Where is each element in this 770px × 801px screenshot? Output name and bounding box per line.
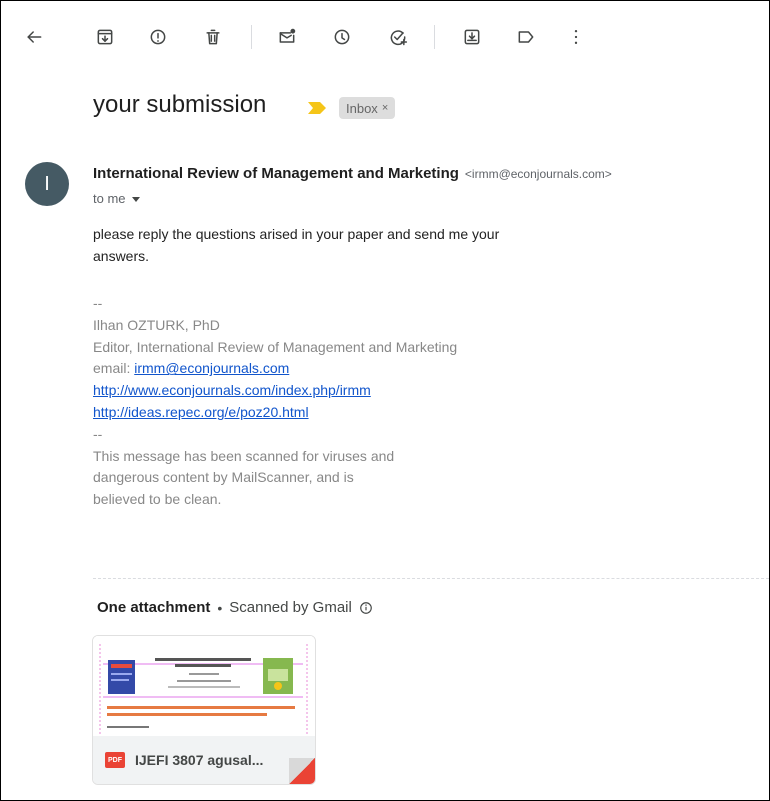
avatar-letter: I bbox=[44, 172, 50, 195]
label-icon[interactable] bbox=[514, 25, 538, 49]
email-view: your submission Inbox × I International … bbox=[0, 0, 770, 801]
signature-link-line: http://ideas.repec.org/e/poz20.html bbox=[93, 402, 593, 424]
attachments-header: One attachment • Scanned by Gmail bbox=[97, 599, 373, 616]
repec-link[interactable]: http://ideas.repec.org/e/poz20.html bbox=[93, 404, 309, 420]
info-icon[interactable] bbox=[359, 601, 373, 615]
scan-status: Scanned by Gmail bbox=[229, 599, 352, 616]
email-body: please reply the questions arised in you… bbox=[93, 223, 593, 267]
pdf-file-icon: PDF bbox=[105, 752, 125, 768]
sender-email: <irmm@econjournals.com> bbox=[464, 167, 612, 181]
signature-email-link[interactable]: irmm@econjournals.com bbox=[134, 360, 289, 376]
attachment-file-bar[interactable]: PDF IJEFI 3807 agusal... bbox=[93, 736, 315, 784]
signature-separator: -- bbox=[93, 425, 103, 442]
scanner-note-line: believed to be clean. bbox=[93, 491, 222, 508]
email-signature: -- Ilhan OZTURK, PhD Editor, Internation… bbox=[93, 293, 593, 511]
back-arrow-icon[interactable] bbox=[22, 25, 46, 49]
report-spam-icon[interactable] bbox=[146, 25, 170, 49]
archive-icon[interactable] bbox=[93, 25, 117, 49]
move-to-icon[interactable] bbox=[460, 25, 484, 49]
folded-corner-icon bbox=[289, 758, 315, 784]
header-separator-dot: • bbox=[217, 599, 223, 616]
scanner-note-line: dangerous content by MailScanner, and is bbox=[93, 469, 354, 486]
signature-name: Ilhan OZTURK, PhD bbox=[93, 316, 220, 333]
signature-email-line: email: irmm@econjournals.com bbox=[93, 358, 593, 380]
chevron-down-icon[interactable] bbox=[131, 197, 140, 202]
attachment-card[interactable]: PDF IJEFI 3807 agusal... bbox=[92, 635, 316, 785]
journal-link[interactable]: http://www.econjournals.com/index.php/ir… bbox=[93, 382, 371, 398]
remove-label-icon[interactable]: × bbox=[382, 102, 388, 114]
recipient-line[interactable]: to me bbox=[93, 191, 140, 206]
delete-icon[interactable] bbox=[201, 25, 225, 49]
attachments-separator bbox=[93, 578, 769, 579]
more-options-icon[interactable] bbox=[564, 25, 588, 49]
inbox-label-text: Inbox bbox=[346, 100, 378, 116]
toolbar-divider bbox=[251, 25, 252, 49]
attachment-preview bbox=[93, 636, 315, 736]
recipient-text: to me bbox=[93, 191, 126, 206]
email-subject: your submission bbox=[93, 91, 267, 118]
sender-line: International Review of Management and M… bbox=[93, 165, 612, 182]
signature-link-line: http://www.econjournals.com/index.php/ir… bbox=[93, 380, 593, 402]
toolbar-divider bbox=[434, 25, 435, 49]
inbox-label-chip[interactable]: Inbox × bbox=[339, 97, 396, 119]
snooze-icon[interactable] bbox=[330, 25, 354, 49]
sender-avatar[interactable]: I bbox=[25, 162, 69, 206]
pdf-preview-image bbox=[93, 636, 315, 736]
attachment-file-name[interactable]: IJEFI 3807 agusal... bbox=[135, 752, 263, 768]
body-line: answers. bbox=[93, 248, 150, 264]
signature-email-prefix: email: bbox=[93, 360, 135, 377]
sender-name[interactable]: International Review of Management and M… bbox=[93, 165, 459, 182]
importance-marker-icon[interactable] bbox=[308, 102, 326, 114]
attachments-title: One attachment bbox=[97, 599, 211, 616]
signature-separator: -- bbox=[93, 295, 103, 311]
mark-unread-icon[interactable] bbox=[275, 25, 299, 49]
scanner-note-line: This message has been scanned for viruse… bbox=[93, 447, 395, 464]
signature-title: Editor, International Review of Manageme… bbox=[93, 338, 458, 355]
add-task-icon[interactable] bbox=[386, 25, 410, 49]
body-line: please reply the questions arised in you… bbox=[93, 226, 500, 242]
